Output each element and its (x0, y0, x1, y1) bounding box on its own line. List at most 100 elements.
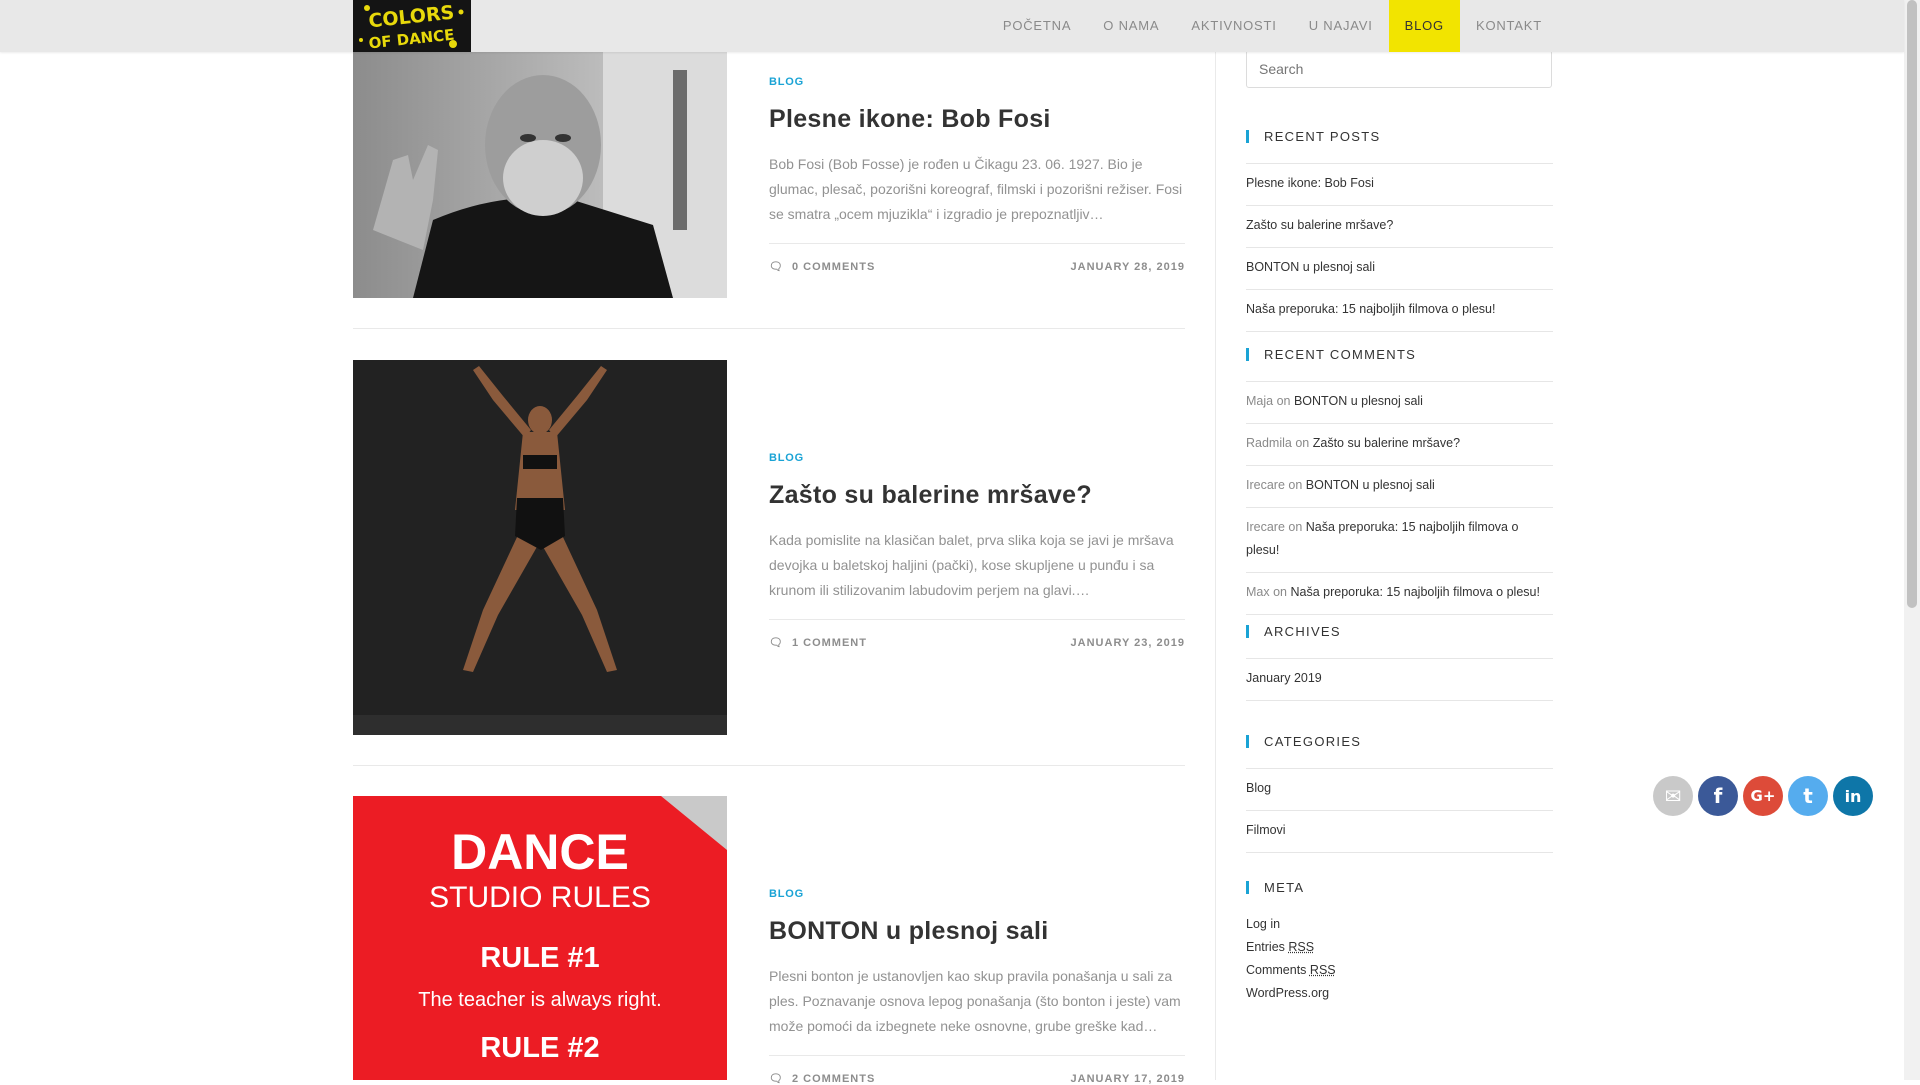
archives-list: January 2019 (1246, 658, 1553, 701)
search-input[interactable] (1246, 50, 1552, 88)
list-item: Naša preporuka: 15 najboljih filmova o p… (1246, 290, 1553, 332)
post-body: BLOG Zašto su balerine mršave? Kada pomi… (769, 452, 1185, 649)
widget-title-recent-comments: RECENT COMMENTS (1246, 347, 1416, 362)
list-item: Comments RSS (1246, 959, 1336, 982)
post-date: JANUARY 28, 2019 (1070, 260, 1185, 273)
rss-abbr: RSS (1309, 963, 1336, 977)
post-divider (353, 328, 1185, 329)
post-title[interactable]: Zašto su balerine mršave? (769, 480, 1185, 510)
list-item: Maja on BONTON u plesnoj sali (1246, 382, 1553, 424)
comment-post-link[interactable]: BONTON u plesnoj sali (1294, 394, 1423, 408)
google-plus-share-button[interactable]: G+ (1743, 776, 1783, 816)
categories-list: Blog Filmovi (1246, 768, 1553, 853)
post-category-link[interactable]: BLOG (769, 452, 1185, 464)
comment-on-text: on (1295, 436, 1310, 450)
site-header: COLORS OF DANCE POČETNA O NAMA AKTIVNOST… (0, 0, 1904, 52)
image-text-teacher-right: The teacher is always right. (418, 989, 662, 1011)
google-plus-icon: G+ (1750, 787, 1776, 805)
widget-title-categories: CATEGORIES (1246, 734, 1361, 749)
post-body: BLOG Plesne ikone: Bob Fosi Bob Fosi (Bo… (769, 76, 1185, 273)
post-excerpt: Plesni bonton je ustanovljen kao skup pr… (769, 968, 1181, 1034)
recent-post-link[interactable]: Zašto su balerine mršave? (1246, 218, 1393, 232)
post-thumbnail-ballerina[interactable] (353, 360, 727, 735)
comment-author: Max (1246, 585, 1270, 599)
post-category-link[interactable]: BLOG (769, 76, 1185, 88)
wordpress-org-link[interactable]: WordPress.org (1246, 986, 1329, 1000)
comments-rss-label: Comments (1246, 963, 1307, 977)
comment-post-link[interactable]: BONTON u plesnoj sali (1306, 478, 1435, 492)
linkedin-icon: in (1844, 786, 1862, 806)
list-item: January 2019 (1246, 659, 1553, 701)
image-text-studio-rules: STUDIO RULES (429, 881, 651, 914)
comment-author: Irecare (1246, 520, 1285, 534)
twitter-share-button[interactable]: t (1788, 776, 1828, 816)
sidebar-divider (1215, 52, 1216, 1080)
email-share-button[interactable]: ✉ (1653, 776, 1693, 816)
post-thumbnail-bob-fosse[interactable] (353, 50, 727, 298)
comment-post-link[interactable]: Naša preporuka: 15 najboljih filmova o p… (1246, 520, 1518, 557)
nav-item-blog[interactable]: BLOG (1388, 0, 1460, 52)
comment-on-text: on (1273, 585, 1288, 599)
list-item: Filmovi (1246, 811, 1553, 853)
meta-list: Log in Entries RSS Comments RSS WordPres… (1246, 913, 1336, 1005)
recent-post-link[interactable]: Naša preporuka: 15 najboljih filmova o p… (1246, 302, 1495, 316)
post-body: BLOG BONTON u plesnoj sali Plesni bonton… (769, 888, 1185, 1085)
list-item: Log in (1246, 913, 1336, 936)
category-link[interactable]: Blog (1246, 781, 1271, 795)
list-item: BONTON u plesnoj sali (1246, 248, 1553, 290)
scrollbar-thumb[interactable] (1907, 0, 1917, 608)
facebook-icon: f (1713, 784, 1723, 808)
recent-post-link[interactable]: BONTON u plesnoj sali (1246, 260, 1375, 274)
entries-rss-link[interactable]: Entries RSS (1246, 940, 1314, 954)
widget-title-recent-posts: RECENT POSTS (1246, 129, 1381, 144)
login-link[interactable]: Log in (1246, 917, 1280, 931)
post-divider (353, 765, 1185, 766)
post-meta: 🗨 0 COMMENTS JANUARY 28, 2019 (769, 243, 1185, 273)
comment-author: Maja (1246, 394, 1274, 408)
post-meta: 🗨 2 COMMENTS JANUARY 17, 2019 (769, 1055, 1185, 1085)
nav-item-aktivnosti[interactable]: AKTIVNOSTI (1175, 0, 1292, 52)
nav-item-pocetna[interactable]: POČETNA (987, 0, 1087, 52)
social-share-bar: ✉ f G+ t in (1653, 776, 1873, 816)
post-comments-link[interactable]: 0 COMMENTS (792, 261, 875, 273)
nav-item-o-nama[interactable]: O NAMA (1087, 0, 1175, 52)
post-thumbnail-dance-rules[interactable]: DANCE STUDIO RULES RULE #1 The teacher i… (353, 796, 727, 1080)
comments-rss-link[interactable]: Comments RSS (1246, 963, 1336, 977)
comment-icon: 🗨 (769, 1073, 784, 1085)
post-category-link[interactable]: BLOG (769, 888, 1185, 900)
list-item: Blog (1246, 769, 1553, 811)
post-comments-link[interactable]: 2 COMMENTS (792, 1073, 875, 1085)
post-comments-link[interactable]: 1 COMMENT (792, 637, 867, 649)
image-text-rule-2: RULE #2 (480, 1032, 600, 1064)
recent-post-link[interactable]: Plesne ikone: Bob Fosi (1246, 176, 1374, 190)
page-scrollbar[interactable] (1904, 0, 1920, 1080)
twitter-icon: t (1803, 784, 1813, 808)
blog-post: BLOG Plesne ikone: Bob Fosi Bob Fosi (Bo… (353, 50, 1185, 298)
comment-author: Irecare (1246, 478, 1285, 492)
post-title[interactable]: Plesne ikone: Bob Fosi (769, 104, 1185, 134)
archive-link[interactable]: January 2019 (1246, 671, 1322, 685)
linkedin-share-button[interactable]: in (1833, 776, 1873, 816)
nav-item-kontakt[interactable]: KONTAKT (1460, 0, 1558, 52)
site-logo[interactable]: COLORS OF DANCE (353, 0, 471, 52)
list-item: Irecare on BONTON u plesnoj sali (1246, 466, 1553, 508)
envelope-icon: ✉ (1664, 784, 1682, 808)
comment-icon: 🗨 (769, 637, 784, 649)
widget-title-archives: ARCHIVES (1246, 624, 1341, 639)
blog-post: DANCE STUDIO RULES RULE #1 The teacher i… (353, 796, 1185, 1085)
post-date: JANUARY 23, 2019 (1070, 636, 1185, 649)
list-item: Plesne ikone: Bob Fosi (1246, 164, 1553, 206)
nav-item-u-najavi[interactable]: U NAJAVI (1293, 0, 1389, 52)
list-item: Entries RSS (1246, 936, 1336, 959)
post-title[interactable]: BONTON u plesnoj sali (769, 916, 1185, 946)
comment-icon: 🗨 (769, 261, 784, 273)
comment-author: Radmila (1246, 436, 1292, 450)
list-item: Irecare on Naša preporuka: 15 najboljih … (1246, 508, 1553, 573)
comment-post-link[interactable]: Zašto su balerine mršave? (1313, 436, 1460, 450)
list-item: Max on Naša preporuka: 15 najboljih film… (1246, 573, 1553, 615)
category-link[interactable]: Filmovi (1246, 823, 1286, 837)
rss-abbr: RSS (1288, 940, 1315, 954)
facebook-share-button[interactable]: f (1698, 776, 1738, 816)
post-date: JANUARY 17, 2019 (1070, 1072, 1185, 1085)
comment-post-link[interactable]: Naša preporuka: 15 najboljih filmova o p… (1291, 585, 1540, 599)
